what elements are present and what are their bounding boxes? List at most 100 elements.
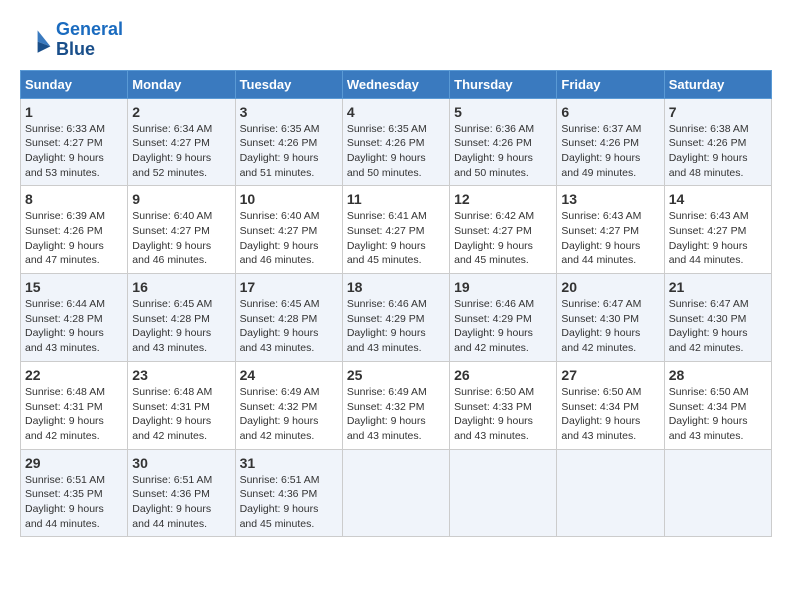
calendar-cell (450, 449, 557, 537)
calendar-cell (557, 449, 664, 537)
day-info: Sunrise: 6:51 AM Sunset: 4:36 PM Dayligh… (240, 473, 338, 532)
day-number: 8 (25, 191, 123, 207)
day-info: Sunrise: 6:33 AM Sunset: 4:27 PM Dayligh… (25, 122, 123, 181)
col-header-thursday: Thursday (450, 70, 557, 98)
day-number: 23 (132, 367, 230, 383)
day-number: 2 (132, 104, 230, 120)
calendar-cell: 14 Sunrise: 6:43 AM Sunset: 4:27 PM Dayl… (664, 186, 771, 274)
day-info: Sunrise: 6:44 AM Sunset: 4:28 PM Dayligh… (25, 297, 123, 356)
day-info: Sunrise: 6:46 AM Sunset: 4:29 PM Dayligh… (347, 297, 445, 356)
calendar-cell: 10 Sunrise: 6:40 AM Sunset: 4:27 PM Dayl… (235, 186, 342, 274)
col-header-friday: Friday (557, 70, 664, 98)
day-number: 11 (347, 191, 445, 207)
day-number: 13 (561, 191, 659, 207)
day-info: Sunrise: 6:48 AM Sunset: 4:31 PM Dayligh… (132, 385, 230, 444)
logo-icon (20, 24, 52, 56)
calendar-cell: 7 Sunrise: 6:38 AM Sunset: 4:26 PM Dayli… (664, 98, 771, 186)
calendar-week-4: 22 Sunrise: 6:48 AM Sunset: 4:31 PM Dayl… (21, 361, 772, 449)
page-header: General Blue (20, 20, 772, 60)
day-info: Sunrise: 6:40 AM Sunset: 4:27 PM Dayligh… (132, 209, 230, 268)
calendar-cell: 11 Sunrise: 6:41 AM Sunset: 4:27 PM Dayl… (342, 186, 449, 274)
calendar-cell: 6 Sunrise: 6:37 AM Sunset: 4:26 PM Dayli… (557, 98, 664, 186)
calendar-cell: 24 Sunrise: 6:49 AM Sunset: 4:32 PM Dayl… (235, 361, 342, 449)
calendar-cell: 21 Sunrise: 6:47 AM Sunset: 4:30 PM Dayl… (664, 274, 771, 362)
day-number: 18 (347, 279, 445, 295)
calendar-cell: 8 Sunrise: 6:39 AM Sunset: 4:26 PM Dayli… (21, 186, 128, 274)
day-info: Sunrise: 6:50 AM Sunset: 4:33 PM Dayligh… (454, 385, 552, 444)
day-number: 3 (240, 104, 338, 120)
day-number: 4 (347, 104, 445, 120)
col-header-sunday: Sunday (21, 70, 128, 98)
calendar-cell: 22 Sunrise: 6:48 AM Sunset: 4:31 PM Dayl… (21, 361, 128, 449)
day-info: Sunrise: 6:47 AM Sunset: 4:30 PM Dayligh… (669, 297, 767, 356)
day-info: Sunrise: 6:35 AM Sunset: 4:26 PM Dayligh… (240, 122, 338, 181)
day-number: 5 (454, 104, 552, 120)
day-info: Sunrise: 6:50 AM Sunset: 4:34 PM Dayligh… (561, 385, 659, 444)
calendar-week-2: 8 Sunrise: 6:39 AM Sunset: 4:26 PM Dayli… (21, 186, 772, 274)
day-info: Sunrise: 6:49 AM Sunset: 4:32 PM Dayligh… (347, 385, 445, 444)
day-number: 16 (132, 279, 230, 295)
day-info: Sunrise: 6:41 AM Sunset: 4:27 PM Dayligh… (347, 209, 445, 268)
calendar-cell: 18 Sunrise: 6:46 AM Sunset: 4:29 PM Dayl… (342, 274, 449, 362)
day-number: 31 (240, 455, 338, 471)
calendar-cell: 25 Sunrise: 6:49 AM Sunset: 4:32 PM Dayl… (342, 361, 449, 449)
calendar-cell: 15 Sunrise: 6:44 AM Sunset: 4:28 PM Dayl… (21, 274, 128, 362)
day-info: Sunrise: 6:43 AM Sunset: 4:27 PM Dayligh… (669, 209, 767, 268)
day-number: 6 (561, 104, 659, 120)
day-number: 29 (25, 455, 123, 471)
calendar-cell: 31 Sunrise: 6:51 AM Sunset: 4:36 PM Dayl… (235, 449, 342, 537)
day-number: 25 (347, 367, 445, 383)
day-info: Sunrise: 6:47 AM Sunset: 4:30 PM Dayligh… (561, 297, 659, 356)
calendar-cell: 3 Sunrise: 6:35 AM Sunset: 4:26 PM Dayli… (235, 98, 342, 186)
calendar-cell: 30 Sunrise: 6:51 AM Sunset: 4:36 PM Dayl… (128, 449, 235, 537)
col-header-wednesday: Wednesday (342, 70, 449, 98)
day-number: 19 (454, 279, 552, 295)
day-info: Sunrise: 6:43 AM Sunset: 4:27 PM Dayligh… (561, 209, 659, 268)
col-header-tuesday: Tuesday (235, 70, 342, 98)
calendar-cell: 23 Sunrise: 6:48 AM Sunset: 4:31 PM Dayl… (128, 361, 235, 449)
day-info: Sunrise: 6:49 AM Sunset: 4:32 PM Dayligh… (240, 385, 338, 444)
day-number: 24 (240, 367, 338, 383)
day-number: 20 (561, 279, 659, 295)
day-info: Sunrise: 6:38 AM Sunset: 4:26 PM Dayligh… (669, 122, 767, 181)
calendar-cell: 17 Sunrise: 6:45 AM Sunset: 4:28 PM Dayl… (235, 274, 342, 362)
day-info: Sunrise: 6:51 AM Sunset: 4:35 PM Dayligh… (25, 473, 123, 532)
day-info: Sunrise: 6:46 AM Sunset: 4:29 PM Dayligh… (454, 297, 552, 356)
day-info: Sunrise: 6:36 AM Sunset: 4:26 PM Dayligh… (454, 122, 552, 181)
calendar-cell: 28 Sunrise: 6:50 AM Sunset: 4:34 PM Dayl… (664, 361, 771, 449)
calendar-cell: 2 Sunrise: 6:34 AM Sunset: 4:27 PM Dayli… (128, 98, 235, 186)
calendar-cell: 5 Sunrise: 6:36 AM Sunset: 4:26 PM Dayli… (450, 98, 557, 186)
day-info: Sunrise: 6:34 AM Sunset: 4:27 PM Dayligh… (132, 122, 230, 181)
day-number: 26 (454, 367, 552, 383)
day-number: 21 (669, 279, 767, 295)
day-number: 27 (561, 367, 659, 383)
calendar-cell: 16 Sunrise: 6:45 AM Sunset: 4:28 PM Dayl… (128, 274, 235, 362)
calendar-cell (664, 449, 771, 537)
day-info: Sunrise: 6:48 AM Sunset: 4:31 PM Dayligh… (25, 385, 123, 444)
day-number: 28 (669, 367, 767, 383)
day-number: 17 (240, 279, 338, 295)
calendar-cell: 29 Sunrise: 6:51 AM Sunset: 4:35 PM Dayl… (21, 449, 128, 537)
day-info: Sunrise: 6:45 AM Sunset: 4:28 PM Dayligh… (240, 297, 338, 356)
calendar-cell: 20 Sunrise: 6:47 AM Sunset: 4:30 PM Dayl… (557, 274, 664, 362)
day-info: Sunrise: 6:50 AM Sunset: 4:34 PM Dayligh… (669, 385, 767, 444)
day-info: Sunrise: 6:45 AM Sunset: 4:28 PM Dayligh… (132, 297, 230, 356)
calendar-cell: 12 Sunrise: 6:42 AM Sunset: 4:27 PM Dayl… (450, 186, 557, 274)
day-number: 30 (132, 455, 230, 471)
calendar-cell: 1 Sunrise: 6:33 AM Sunset: 4:27 PM Dayli… (21, 98, 128, 186)
day-number: 15 (25, 279, 123, 295)
logo: General Blue (20, 20, 123, 60)
calendar-week-5: 29 Sunrise: 6:51 AM Sunset: 4:35 PM Dayl… (21, 449, 772, 537)
day-info: Sunrise: 6:35 AM Sunset: 4:26 PM Dayligh… (347, 122, 445, 181)
calendar-week-3: 15 Sunrise: 6:44 AM Sunset: 4:28 PM Dayl… (21, 274, 772, 362)
day-info: Sunrise: 6:37 AM Sunset: 4:26 PM Dayligh… (561, 122, 659, 181)
day-number: 9 (132, 191, 230, 207)
day-info: Sunrise: 6:39 AM Sunset: 4:26 PM Dayligh… (25, 209, 123, 268)
day-info: Sunrise: 6:42 AM Sunset: 4:27 PM Dayligh… (454, 209, 552, 268)
day-info: Sunrise: 6:40 AM Sunset: 4:27 PM Dayligh… (240, 209, 338, 268)
day-number: 12 (454, 191, 552, 207)
calendar-cell: 9 Sunrise: 6:40 AM Sunset: 4:27 PM Dayli… (128, 186, 235, 274)
col-header-monday: Monday (128, 70, 235, 98)
day-number: 7 (669, 104, 767, 120)
logo-text: General Blue (56, 20, 123, 60)
